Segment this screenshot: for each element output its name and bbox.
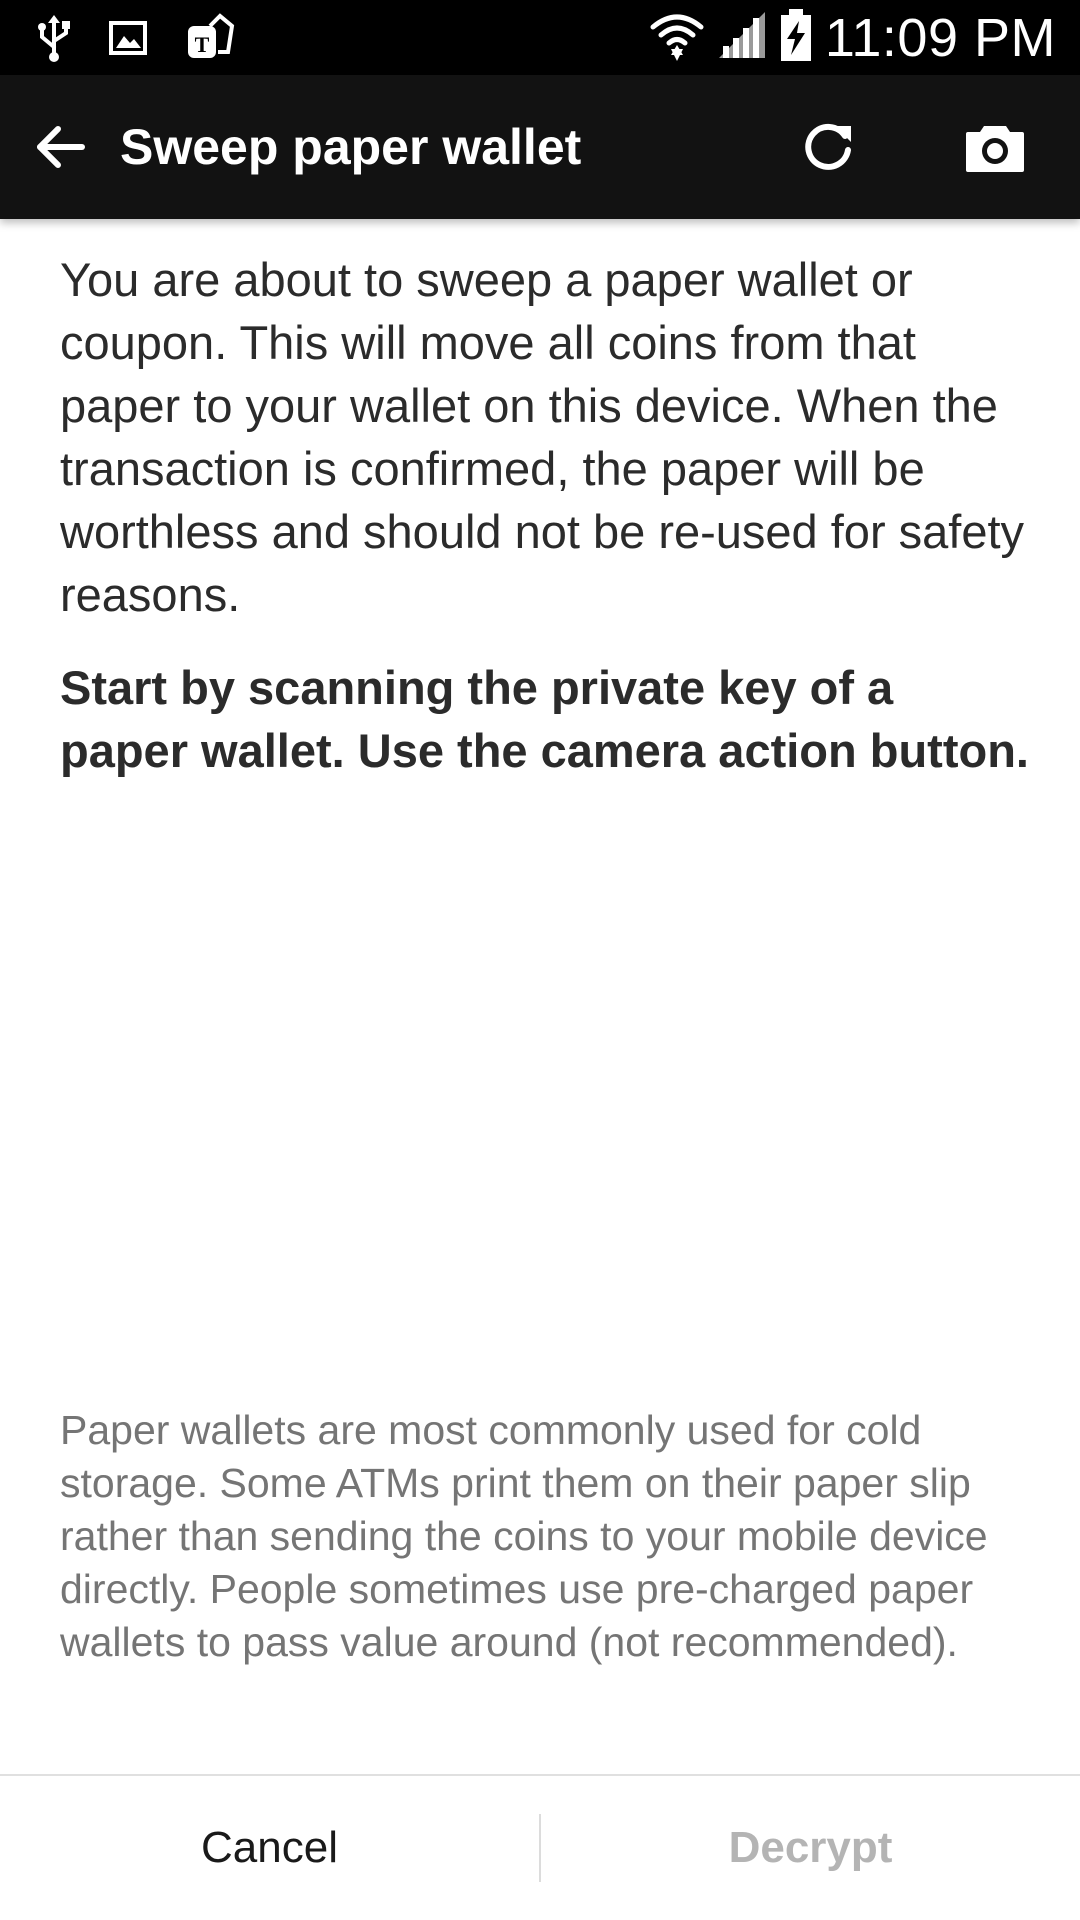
battery-charging-icon bbox=[779, 7, 813, 68]
back-button[interactable] bbox=[28, 113, 92, 181]
instruction-text: Start by scanning the private key of a p… bbox=[60, 661, 1029, 777]
dialog-button-bar: Cancel Decrypt bbox=[0, 1776, 1080, 1920]
status-bar: T 11:09 PM bbox=[0, 0, 1080, 75]
arrow-back-icon bbox=[37, 126, 85, 168]
signal-icon bbox=[717, 10, 767, 65]
refresh-button[interactable] bbox=[796, 113, 860, 181]
cancel-button[interactable]: Cancel bbox=[0, 1776, 539, 1920]
page-title: Sweep paper wallet bbox=[120, 119, 582, 175]
usb-icon bbox=[36, 13, 72, 68]
svg-text:T: T bbox=[195, 32, 210, 57]
camera-icon bbox=[966, 126, 1024, 172]
wifi-icon bbox=[649, 7, 705, 68]
main-content: You are about to sweep a paper wallet or… bbox=[60, 248, 1030, 782]
intro-text: You are about to sweep a paper wallet or… bbox=[60, 253, 1025, 621]
tmobile-icon: T bbox=[184, 12, 236, 69]
image-icon bbox=[108, 18, 148, 63]
refresh-icon bbox=[805, 123, 851, 170]
status-left-icons: T bbox=[36, 12, 236, 69]
decrypt-button[interactable]: Decrypt bbox=[541, 1776, 1080, 1920]
status-right-icons: 11:09 PM bbox=[649, 0, 1056, 75]
camera-button[interactable] bbox=[960, 113, 1030, 181]
app-bar: Sweep paper wallet bbox=[0, 75, 1080, 219]
info-note: Paper wallets are most commonly used for… bbox=[60, 1407, 988, 1665]
status-time: 11:09 PM bbox=[824, 7, 1056, 68]
